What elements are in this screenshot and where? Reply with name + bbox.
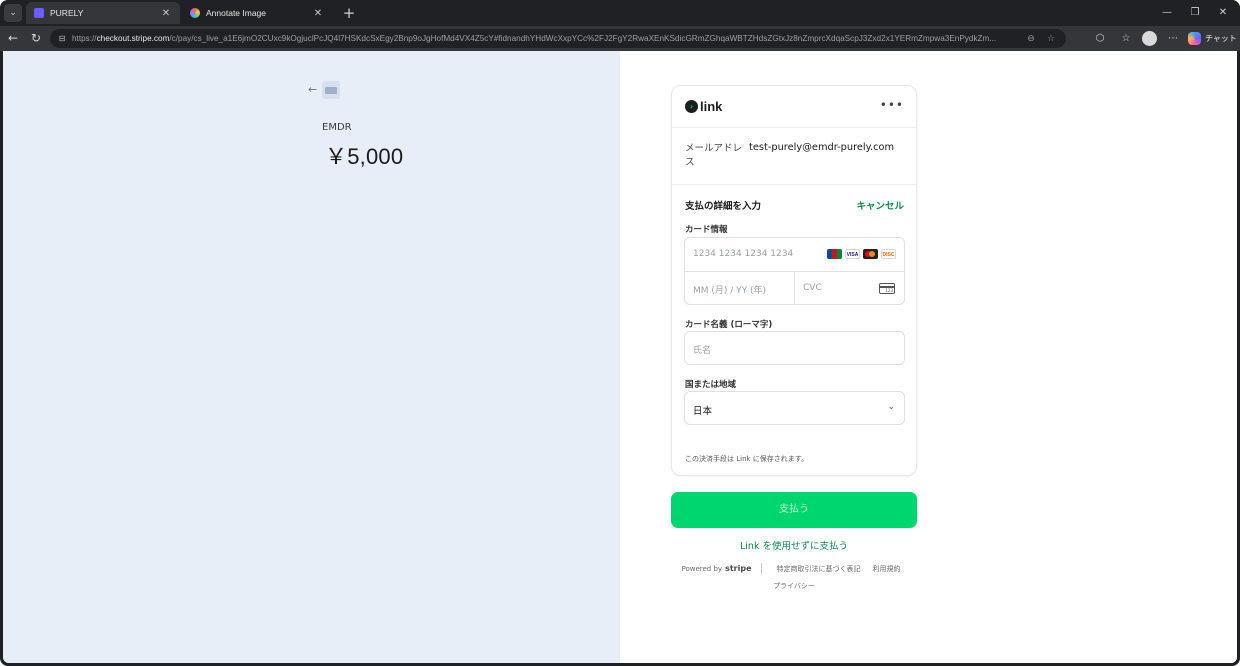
country-value: 日本 <box>693 406 713 417</box>
restore-button[interactable]: ❐ <box>1180 4 1210 22</box>
link-chevron-icon: › <box>685 100 698 113</box>
page-content: ← EMDR ￥5,000 › link ••• メールアドレス test-pu… <box>3 51 1237 663</box>
pay-without-link-link[interactable]: Link を使用せずに支払う <box>671 538 917 552</box>
tab-search-icon[interactable]: ⌄ <box>4 4 22 22</box>
back-arrow-icon[interactable]: ← <box>308 84 320 96</box>
cvc-input[interactable]: CVC <box>795 272 904 305</box>
profile-avatar[interactable] <box>1142 31 1157 46</box>
privacy-link[interactable]: プライバシー <box>671 581 917 591</box>
merchant-logo <box>322 81 340 99</box>
purely-favicon-icon <box>34 8 44 18</box>
more-icon[interactable]: ⊖ <box>1024 34 1038 44</box>
extensions-icon[interactable]: ⬡ <box>1091 29 1109 48</box>
tab-strip: ⌄ PURELY ✕ Annotate Image ✕ + — ❐ ✕ <box>0 0 1240 26</box>
link-menu-icon[interactable]: ••• <box>880 98 904 112</box>
card-number-input[interactable]: 1234 1234 1234 1234 VISA DISC <box>685 238 904 272</box>
cvc-card-icon <box>879 283 895 294</box>
browser-window: ⌄ PURELY ✕ Annotate Image ✕ + — ❐ ✕ ← ↻ … <box>0 0 1240 666</box>
new-tab-button[interactable]: + <box>340 4 358 22</box>
footer: Powered by stripe 特定商取引法に基づく表記 利用規約 <box>671 563 917 574</box>
legal-notice-link[interactable]: 特定商取引法に基づく表記 <box>777 564 861 574</box>
tab-close-icon[interactable]: ✕ <box>160 8 172 19</box>
copilot-button[interactable]: チャット <box>1188 29 1237 48</box>
link-payment-card: › link ••• メールアドレス test-purely@emdr-pure… <box>671 85 917 476</box>
save-note: この決済手段は Link に保存されます。 <box>685 455 809 463</box>
email-label: メールアドレス <box>685 143 743 168</box>
cardholder-name-input[interactable]: 氏名 <box>684 331 905 365</box>
discover-icon: DISC <box>881 249 896 259</box>
price-amount: ￥5,000 <box>325 144 404 169</box>
card-input-group: 1234 1234 1234 1234 VISA DISC MM (月) / Y… <box>684 237 905 305</box>
back-button[interactable]: ← <box>3 29 23 48</box>
url-text: https://checkout.stripe.com/c/pay/cs_liv… <box>72 34 997 43</box>
reload-button[interactable]: ↻ <box>26 29 46 48</box>
tab-close-icon[interactable]: ✕ <box>312 8 324 19</box>
tab-purely[interactable]: PURELY ✕ <box>26 2 180 24</box>
link-brand-word: link <box>700 99 723 114</box>
jcb-icon <box>827 249 842 259</box>
email-value: test-purely@emdr-purely.com <box>749 142 895 153</box>
visa-icon: VISA <box>845 249 860 259</box>
cancel-link[interactable]: キャンセル <box>856 198 904 212</box>
expiry-input[interactable]: MM (月) / YY (年) <box>685 272 795 305</box>
mastercard-icon <box>863 249 878 259</box>
site-info-icon[interactable]: ⊟ <box>56 33 68 45</box>
powered-by-text: Powered by <box>681 564 723 573</box>
cardholder-placeholder: 氏名 <box>693 346 712 356</box>
copilot-icon <box>1188 32 1201 45</box>
tab-annotate-image[interactable]: Annotate Image ✕ <box>182 2 332 24</box>
tab-title: Annotate Image <box>206 8 267 18</box>
country-select[interactable]: 日本 ⌄ <box>684 391 905 425</box>
cardholder-label: カード名義 (ローマ字) <box>685 320 773 330</box>
stripe-logo[interactable]: stripe <box>725 564 751 573</box>
minimize-button[interactable]: — <box>1152 4 1182 22</box>
copilot-label: チャット <box>1205 34 1237 43</box>
email-row: メールアドレス test-purely@emdr-purely.com <box>672 129 916 185</box>
settings-more-icon[interactable]: ⋯ <box>1164 29 1182 48</box>
payment-pane: › link ••• メールアドレス test-purely@emdr-pure… <box>620 51 1237 663</box>
card-number-placeholder: 1234 1234 1234 1234 <box>693 249 794 259</box>
link-logo: › link <box>685 99 722 114</box>
country-label: 国または地域 <box>685 380 737 390</box>
pay-button[interactable]: 支払う <box>671 492 917 528</box>
card-info-label: カード情報 <box>685 225 728 235</box>
chevron-down-icon: ⌄ <box>887 402 895 412</box>
cvc-placeholder: CVC <box>803 283 822 293</box>
card-brands: VISA DISC <box>827 249 896 259</box>
tab-title: PURELY <box>50 8 84 18</box>
order-summary-pane: ← EMDR ￥5,000 <box>3 51 620 663</box>
footer-divider <box>760 563 762 574</box>
product-name: EMDR <box>322 122 352 133</box>
payment-details-title: 支払の詳細を入力 <box>685 201 762 212</box>
link-header: › link ••• <box>672 86 916 128</box>
favorite-star-icon[interactable]: ☆ <box>1044 34 1058 44</box>
browser-toolbar: ← ↻ ⊟ https://checkout.stripe.com/c/pay/… <box>0 26 1240 51</box>
expiry-placeholder: MM (月) / YY (年) <box>693 286 767 296</box>
terms-link[interactable]: 利用規約 <box>873 564 901 574</box>
address-bar[interactable]: ⊟ https://checkout.stripe.com/c/pay/cs_l… <box>50 29 1066 48</box>
close-window-button[interactable]: ✕ <box>1208 4 1238 22</box>
annotate-favicon-icon <box>190 8 200 18</box>
favorites-icon[interactable]: ☆ <box>1117 29 1135 48</box>
